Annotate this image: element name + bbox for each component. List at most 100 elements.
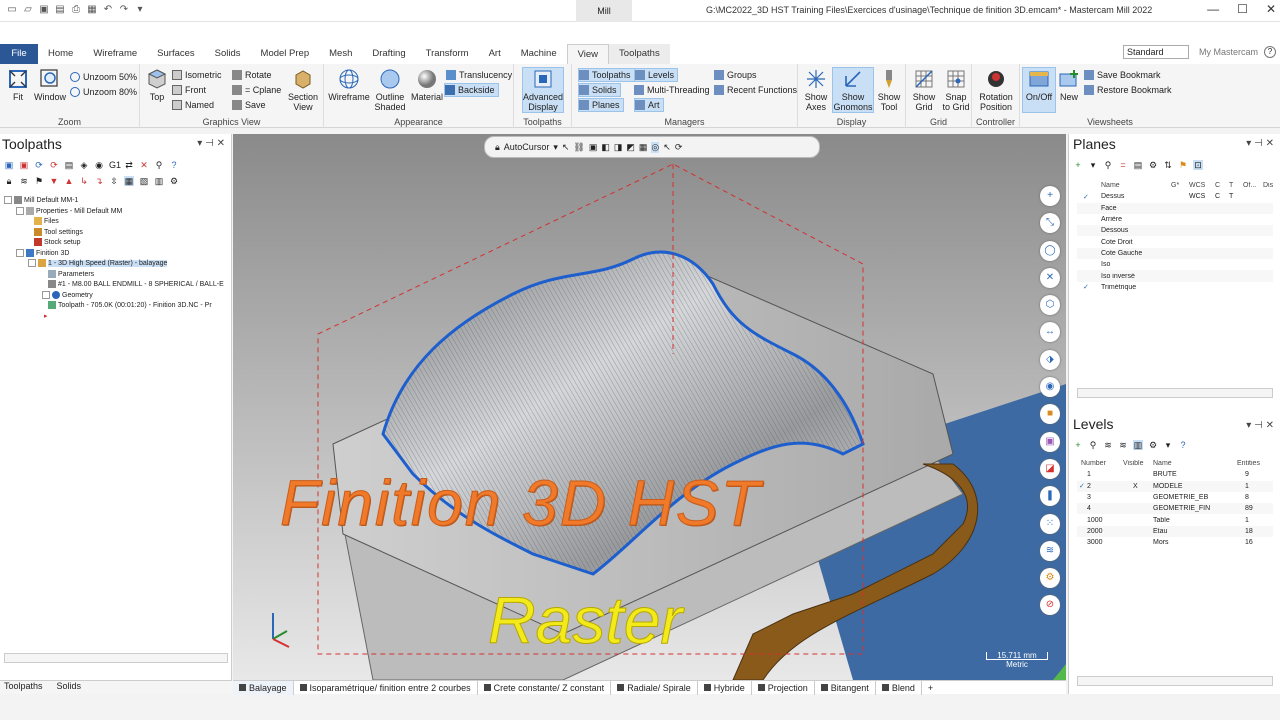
lock-icon[interactable]: ⚲ [154,160,164,170]
tab-toolpaths[interactable]: Toolpaths [609,44,670,64]
measure-icon[interactable]: ↔ [1040,322,1060,343]
select-face-icon[interactable]: ◧ [601,142,610,153]
outline-shaded-button[interactable]: Outline Shaded [370,68,410,112]
save-icon[interactable]: ▣ [38,4,50,16]
no-icon[interactable]: ⊘ [1040,595,1060,616]
expand-icon[interactable] [16,206,24,215]
tree-item-files[interactable]: Files [4,217,230,228]
reset-icon[interactable]: ▤ [1133,160,1143,170]
levels-scrollbar[interactable] [1077,676,1273,686]
color-icon[interactable]: ■ [1040,404,1060,425]
scroll-icon[interactable]: ⇳ [109,176,119,186]
close-icon[interactable]: ✕ [1266,138,1274,149]
view-cube-icon[interactable]: ⬡ [1040,295,1060,316]
select-cursor-icon[interactable]: ↖ [663,142,671,153]
orbit-icon[interactable]: ◯ [1040,240,1060,261]
material-button[interactable]: Material [410,68,444,102]
named-button[interactable]: Named [172,98,214,112]
save-view-button[interactable]: Save [232,98,266,112]
translucency-button[interactable]: Translucency [446,68,512,82]
add-icon[interactable]: + [1040,186,1060,206]
tab-view[interactable]: View [566,44,610,64]
equal-icon[interactable]: = [1118,160,1128,170]
levels-manager-toggle[interactable]: Levels [634,68,679,82]
tab-toolpaths-panel[interactable]: Toolpaths [4,681,43,694]
level-row[interactable]: 1 BRUTE 9 [1077,469,1273,480]
settings-icon[interactable]: ⚙ [1148,160,1158,170]
insert-arrow-marker[interactable]: ▸ [4,312,230,323]
plane-row[interactable]: ✓ Dessus WCS C T [1077,191,1273,202]
show-grid-button[interactable]: Show Grid [908,68,940,112]
tree-item-tool[interactable]: #1 - M8.00 BALL ENDMILL - 8 SPHERICAL / … [4,280,230,291]
show-tool-button[interactable]: Show Tool [874,68,904,112]
viewsheet-tab-projection[interactable]: Projection [752,680,815,695]
cplane-button[interactable]: = Cplane [232,83,281,97]
level-row[interactable]: 3000 Mors 16 [1077,537,1273,548]
zoom-window-button[interactable]: Window [32,68,68,102]
show-gnomons-button[interactable]: Show Gnomons [832,67,874,113]
save-bookmark-button[interactable]: Save Bookmark [1084,68,1161,82]
viewsheet-tab-hybride[interactable]: Hybride [698,680,752,695]
horizontal-scrollbar[interactable] [4,653,228,663]
unzoom-80-button[interactable]: Unzoom 80% [70,85,137,99]
refresh-icon[interactable]: ⟳ [675,142,683,153]
rotation-position-button[interactable]: Rotation Position [974,68,1018,112]
close-icon[interactable]: ✕ [217,138,225,149]
plane-row[interactable]: Arrière [1077,214,1273,225]
isometric-button[interactable]: Isometric [172,68,222,82]
dropdown-icon[interactable]: ▾ [1163,440,1173,450]
wireframe-button[interactable]: Wireframe [328,68,370,102]
print-icon[interactable]: ⎙ [70,4,82,16]
pin-icon[interactable]: ▾ [1246,138,1251,149]
viewsheet-tab-blend[interactable]: Blend [876,680,922,695]
workspace-select[interactable]: Standard [1122,45,1189,59]
fit-button[interactable]: Fit [4,68,32,102]
toggle-display-icon[interactable]: ≋ [19,176,29,186]
simulate-icon[interactable]: ◉ [94,160,104,170]
lock-icon[interactable]: 🔒︎ [495,142,500,153]
restore-bookmark-button[interactable]: Restore Bookmark [1084,83,1172,97]
help-icon[interactable]: ? [1264,46,1276,58]
viewsheets-on-off-button[interactable]: On/Off [1022,67,1056,113]
tab-art[interactable]: Art [479,44,511,64]
tree-item-geometry[interactable]: Geometry [4,290,230,302]
close-icon[interactable]: ✕ [1266,420,1274,431]
layer-icon[interactable]: ▣ [1040,431,1060,452]
tree-item-stock-setup[interactable]: Stock setup [4,238,230,249]
plane-row[interactable]: Face [1077,202,1273,214]
insert-arrow-icon[interactable]: ↳ [79,176,89,186]
recent-functions-toggle[interactable]: Recent Functions [714,83,797,97]
verify-icon[interactable]: ◈ [79,160,89,170]
analyze-icon[interactable]: ⬗ [1040,349,1060,370]
add-plane-icon[interactable]: + [1073,160,1083,170]
plane-row[interactable]: Dessous [1077,225,1273,237]
viewsheet-tab-crete-constante[interactable]: Crete constante/ Z constant [478,680,612,695]
redo-icon[interactable]: ↷ [118,4,130,16]
layers-all-icon[interactable]: ≋ [1118,440,1128,450]
planes-scrollbar[interactable] [1077,388,1273,398]
planes-manager-toggle[interactable]: Planes [578,98,624,112]
plane-row[interactable]: Cote Droit [1077,236,1273,247]
delete-icon[interactable]: ✕ [139,160,149,170]
select-window-icon[interactable]: ▦ [639,142,648,153]
level-row[interactable]: ✓ 2 X MODELE 1 [1077,480,1273,492]
list-icon[interactable]: ▥ [1133,440,1143,450]
select-chain-icon[interactable]: ⛓ [573,142,584,153]
expand-icon[interactable] [4,196,12,204]
qat-dropdown-icon[interactable]: ▾ [134,4,146,16]
tab-wireframe[interactable]: Wireframe [83,44,147,64]
settings-icon[interactable]: ⚙ [1148,440,1158,450]
plane-row[interactable]: Iso [1077,259,1273,270]
viewsheet-tab-balayage[interactable]: Balayage [233,680,294,695]
pin-icon[interactable]: ▾ [1246,420,1251,431]
tab-file[interactable]: File [0,44,38,64]
tab-drafting[interactable]: Drafting [362,44,415,64]
viewsheet-tab-bitangent[interactable]: Bitangent [815,680,876,695]
add-level-icon[interactable]: + [1073,440,1083,450]
tab-surfaces[interactable]: Surfaces [147,44,205,64]
add-viewsheet-button[interactable]: + [922,681,939,695]
solids-manager-toggle[interactable]: Solids [578,83,621,97]
level-row[interactable]: 2000 Etau 18 [1077,525,1273,538]
move-down-icon[interactable]: ▼ [49,176,59,186]
lock-icon[interactable]: 🔒︎ [4,176,14,186]
